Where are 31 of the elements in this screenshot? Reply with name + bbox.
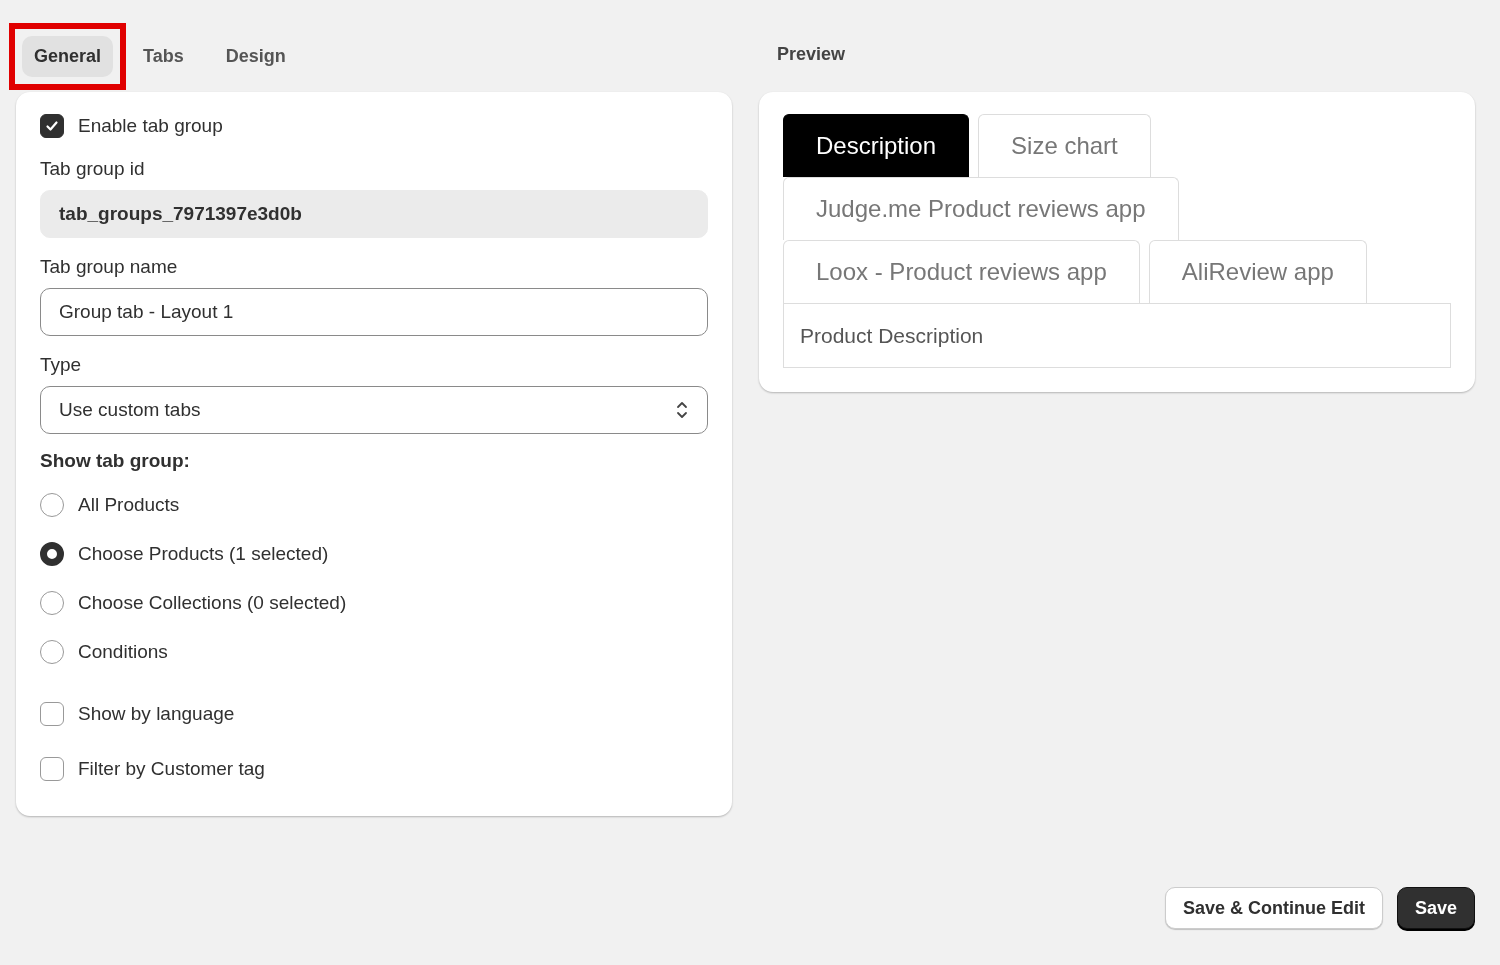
checkmark-icon bbox=[44, 118, 60, 134]
checkbox-label: Enable tab group bbox=[78, 115, 223, 137]
preview-tab[interactable]: Loox - Product reviews app bbox=[783, 240, 1140, 303]
radio-label: All Products bbox=[78, 493, 180, 516]
radio-button[interactable] bbox=[40, 541, 64, 566]
preview-tab[interactable]: AliReview app bbox=[1148, 240, 1367, 303]
preview-tab[interactable]: Judge.me Product reviews app bbox=[783, 177, 1179, 240]
checkbox-label: Filter by Customer tag bbox=[78, 757, 265, 780]
settings-tab[interactable]: General bbox=[22, 36, 114, 77]
settings-tab[interactable]: Design bbox=[213, 36, 298, 77]
preview-heading: Preview bbox=[776, 43, 847, 66]
tab-content: Product Description bbox=[783, 303, 1451, 368]
save-button[interactable]: Save bbox=[1396, 887, 1475, 929]
field-label: Tab group name bbox=[40, 256, 179, 278]
field-label: Tab group id bbox=[40, 158, 146, 180]
input-field[interactable]: Group tab - Layout 1 bbox=[40, 288, 708, 336]
chevron-up-down-icon bbox=[675, 399, 689, 421]
preview-tab[interactable]: Description bbox=[783, 114, 970, 177]
radio-label: Conditions bbox=[78, 640, 168, 663]
checkbox[interactable] bbox=[40, 756, 64, 781]
select-field[interactable]: Use custom tabs bbox=[40, 386, 708, 434]
section-heading: Show tab group: bbox=[40, 450, 191, 472]
checkbox-label: Show by language bbox=[78, 702, 235, 725]
preview-tab[interactable]: Size chart bbox=[978, 114, 1151, 177]
checkbox[interactable] bbox=[40, 114, 64, 138]
field-label: Type bbox=[40, 354, 83, 376]
settings-tab[interactable]: Tabs bbox=[131, 36, 196, 77]
radio-label: Choose Products (1 selected) bbox=[78, 542, 329, 565]
checkbox[interactable] bbox=[40, 701, 64, 726]
secondary-button[interactable]: Save & Continue Edit bbox=[1164, 887, 1383, 929]
radio-label: Choose Collections (0 selected) bbox=[78, 591, 347, 614]
